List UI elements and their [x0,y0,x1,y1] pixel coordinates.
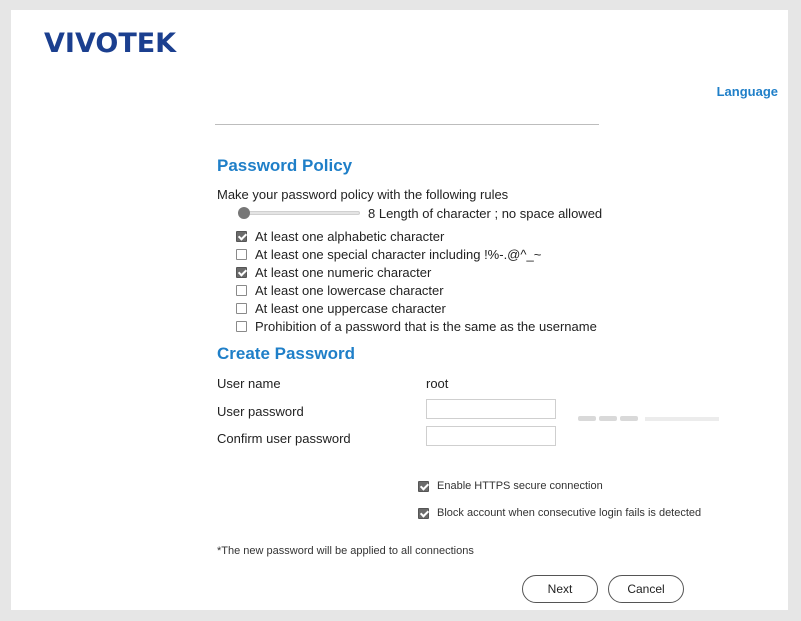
block-account-label: Block account when consecutive login fai… [437,507,702,519]
rule-checkbox[interactable] [236,230,247,242]
rule-checkbox[interactable] [236,302,247,314]
length-slider-label: 8 Length of character ; no space allowed [368,206,603,221]
language-link[interactable]: Language [717,84,778,99]
setup-panel: VIVOTEK Language Password Policy Make yo… [11,10,788,610]
rule-checkbox[interactable] [236,320,247,332]
rule-special[interactable]: At least one special character including… [236,246,541,262]
rule-numeric[interactable]: At least one numeric character [236,264,431,280]
rule-checkbox[interactable] [236,284,247,296]
length-slider[interactable] [238,207,360,219]
password-field[interactable] [426,399,556,419]
rule-alphabetic[interactable]: At least one alphabetic character [236,228,444,244]
rule-label: At least one numeric character [255,264,432,280]
rule-label: At least one uppercase character [255,300,446,316]
rule-label: At least one special character including… [255,246,542,262]
username-value: root [426,376,449,391]
cancel-button[interactable]: Cancel [608,575,684,603]
rule-lowercase[interactable]: At least one lowercase character [236,282,444,298]
policy-intro: Make your password policy with the follo… [217,187,509,202]
password-strength-meter [578,416,719,421]
rule-checkbox[interactable] [236,266,247,278]
password-label: User password [217,404,304,419]
rule-not-username[interactable]: Prohibition of a password that is the sa… [236,318,597,334]
footnote: *The new password will be applied to all… [217,545,474,557]
slider-knob[interactable] [238,207,250,219]
password-policy-heading: Password Policy [217,156,353,175]
username-label: User name [217,376,281,391]
confirm-password-field[interactable] [426,426,556,446]
next-button[interactable]: Next [522,575,598,603]
rule-checkbox[interactable] [236,248,247,260]
https-checkbox[interactable] [418,480,429,492]
confirm-password-label: Confirm user password [217,431,351,446]
block-account-checkbox[interactable] [418,507,429,519]
block-account-option[interactable]: Block account when consecutive login fai… [418,507,701,519]
rule-label: At least one lowercase character [255,282,444,298]
rule-label: Prohibition of a password that is the sa… [255,318,597,334]
rule-uppercase[interactable]: At least one uppercase character [236,300,446,316]
rule-label: At least one alphabetic character [255,228,445,244]
divider [215,124,599,125]
https-option[interactable]: Enable HTTPS secure connection [418,480,603,492]
vivotek-logo: VIVOTEK [44,28,177,59]
create-password-heading: Create Password [217,344,355,363]
https-label: Enable HTTPS secure connection [437,480,603,492]
slider-track [240,211,360,215]
